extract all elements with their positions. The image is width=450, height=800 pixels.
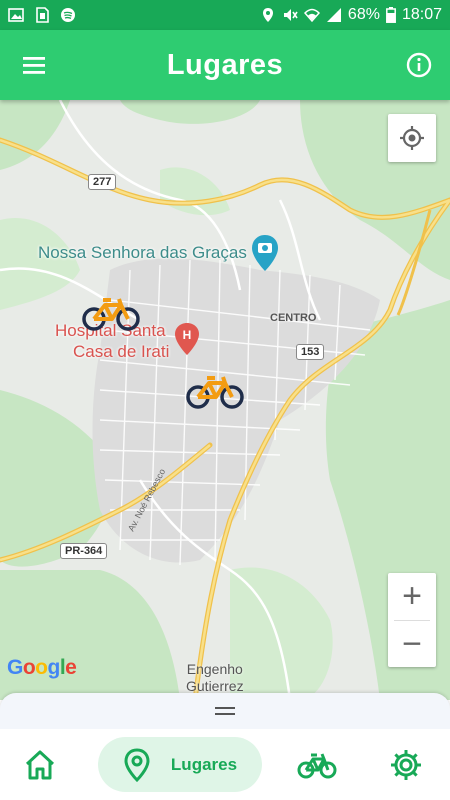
map-view[interactable]: 277 153 PR-364 Nossa Senhora das Graças … <box>0 100 450 700</box>
zoom-controls: + − <box>388 573 436 667</box>
centro-label: CENTRO <box>270 312 317 324</box>
bottom-nav: Lugares <box>0 729 450 800</box>
nav-lugares[interactable]: Lugares <box>98 737 262 792</box>
menu-icon[interactable] <box>20 52 50 78</box>
page-title: Lugares <box>166 48 284 81</box>
hospital-pin-icon[interactable]: H <box>174 322 200 356</box>
battery-icon <box>386 7 396 23</box>
home-icon <box>25 750 55 779</box>
drag-handle-icon[interactable] <box>215 707 235 715</box>
sim-icon <box>36 7 49 23</box>
app-bar: Lugares <box>0 30 450 100</box>
google-logo: Google <box>7 656 77 679</box>
svg-text:H: H <box>183 328 192 342</box>
info-icon[interactable] <box>404 50 434 80</box>
bike-marker-1[interactable] <box>81 293 141 333</box>
battery-percent: 68% <box>347 6 380 23</box>
nav-home[interactable] <box>18 737 62 792</box>
engenho-label-line1: Engenho <box>186 661 243 677</box>
zoom-out-button[interactable]: − <box>388 621 436 668</box>
status-bar: 68% 18:07 <box>0 0 450 30</box>
nav-settings[interactable] <box>384 737 428 792</box>
spotify-icon <box>61 8 75 22</box>
route-shield-277: 277 <box>88 174 117 190</box>
route-shield-153: 153 <box>296 344 325 360</box>
bottom-sheet[interactable] <box>0 693 450 729</box>
zoom-in-button[interactable]: + <box>388 573 436 620</box>
mute-icon <box>283 9 298 21</box>
location-pin-icon <box>124 747 150 782</box>
nav-bikes[interactable] <box>295 737 339 792</box>
my-location-button[interactable] <box>388 114 436 162</box>
bicycle-icon <box>297 752 337 778</box>
image-icon <box>8 8 24 22</box>
location-icon <box>262 8 273 22</box>
signal-icon <box>326 8 341 22</box>
crosshair-icon <box>400 126 424 150</box>
camera-pin-icon[interactable] <box>250 234 280 272</box>
neighborhood-label: Nossa Senhora das Graças <box>38 243 247 262</box>
gear-icon <box>391 749 421 780</box>
clock: 18:07 <box>401 6 442 23</box>
nav-lugares-label: Lugares <box>170 754 238 774</box>
bike-marker-2[interactable] <box>185 371 245 411</box>
hospital-label-line2: Casa de Irati <box>73 342 170 361</box>
wifi-icon <box>303 8 320 23</box>
route-shield-pr364: PR-364 <box>60 543 108 559</box>
